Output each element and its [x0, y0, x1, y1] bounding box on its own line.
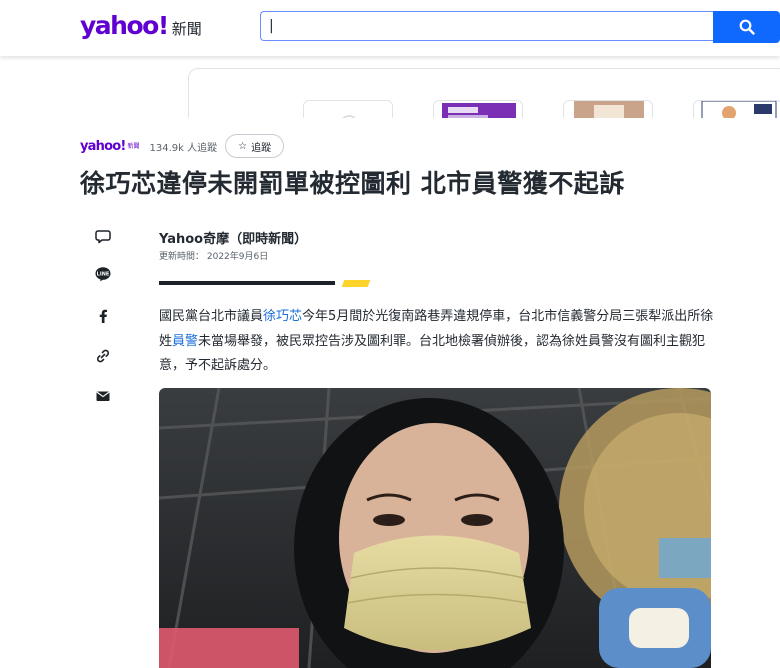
paragraph-text: 未當場舉發，被民眾控告涉及圖利罪。台北地檢署偵辦後，認為徐姓員警沒有圖利主觀犯意…	[159, 333, 706, 374]
svg-text:LINE: LINE	[97, 272, 110, 278]
line-icon: LINE	[95, 267, 111, 282]
line-share-button[interactable]: LINE	[93, 264, 113, 284]
email-share-button[interactable]	[93, 386, 113, 406]
tag-link-police[interactable]: 員警	[172, 334, 198, 349]
facebook-icon	[99, 309, 107, 323]
article-updated-time: 更新時間： 2022年9月6日	[159, 252, 269, 262]
search-icon	[739, 19, 755, 35]
news-section-label: 新聞	[171, 20, 202, 38]
search-button[interactable]	[713, 11, 780, 43]
star-icon: ☆	[238, 140, 248, 152]
article-author[interactable]: Yahoo奇摩（即時新聞）	[159, 228, 307, 247]
divider-accent	[341, 280, 371, 287]
article-paragraph: 國民黨台北市議員徐巧芯今年5月間於光復南路巷弄違規停車，台北市信義警分局三張犁派…	[159, 305, 714, 379]
provider-logo[interactable]: yahoo!	[80, 139, 126, 154]
article-card: yahoo! 新聞 134.9k 人追蹤 ☆ 追蹤 徐巧芯違停未開罰單被控圖利 …	[0, 118, 780, 668]
follow-button[interactable]: ☆ 追蹤	[225, 134, 285, 158]
provider-bar: yahoo! 新聞 134.9k 人追蹤 ☆ 追蹤	[80, 134, 285, 158]
comment-icon	[95, 230, 111, 244]
follower-count: 134.9k 人追蹤	[149, 142, 218, 154]
yahoo-news-logo[interactable]: yahoo! 新聞	[80, 13, 202, 39]
facebook-share-button[interactable]	[93, 306, 113, 326]
mail-icon	[96, 391, 110, 401]
link-icon	[96, 349, 110, 363]
divider-bar	[159, 281, 335, 285]
paragraph-text: 國民黨台北市議員	[159, 309, 264, 324]
yahoo-logo-text: yahoo!	[80, 11, 169, 40]
provider-logo-sub: 新聞	[127, 142, 140, 150]
follow-label: 追蹤	[251, 142, 272, 154]
article-title: 徐巧芯違停未開罰單被控圖利 北市員警獲不起訴	[80, 169, 625, 198]
copy-link-button[interactable]	[93, 346, 113, 366]
comment-button[interactable]	[93, 226, 113, 246]
tag-link-xu-qiaoxin[interactable]: 徐巧芯	[263, 309, 302, 324]
article-photo[interactable]	[159, 388, 711, 668]
top-header: yahoo! 新聞	[0, 0, 780, 56]
search-input[interactable]	[260, 11, 715, 41]
